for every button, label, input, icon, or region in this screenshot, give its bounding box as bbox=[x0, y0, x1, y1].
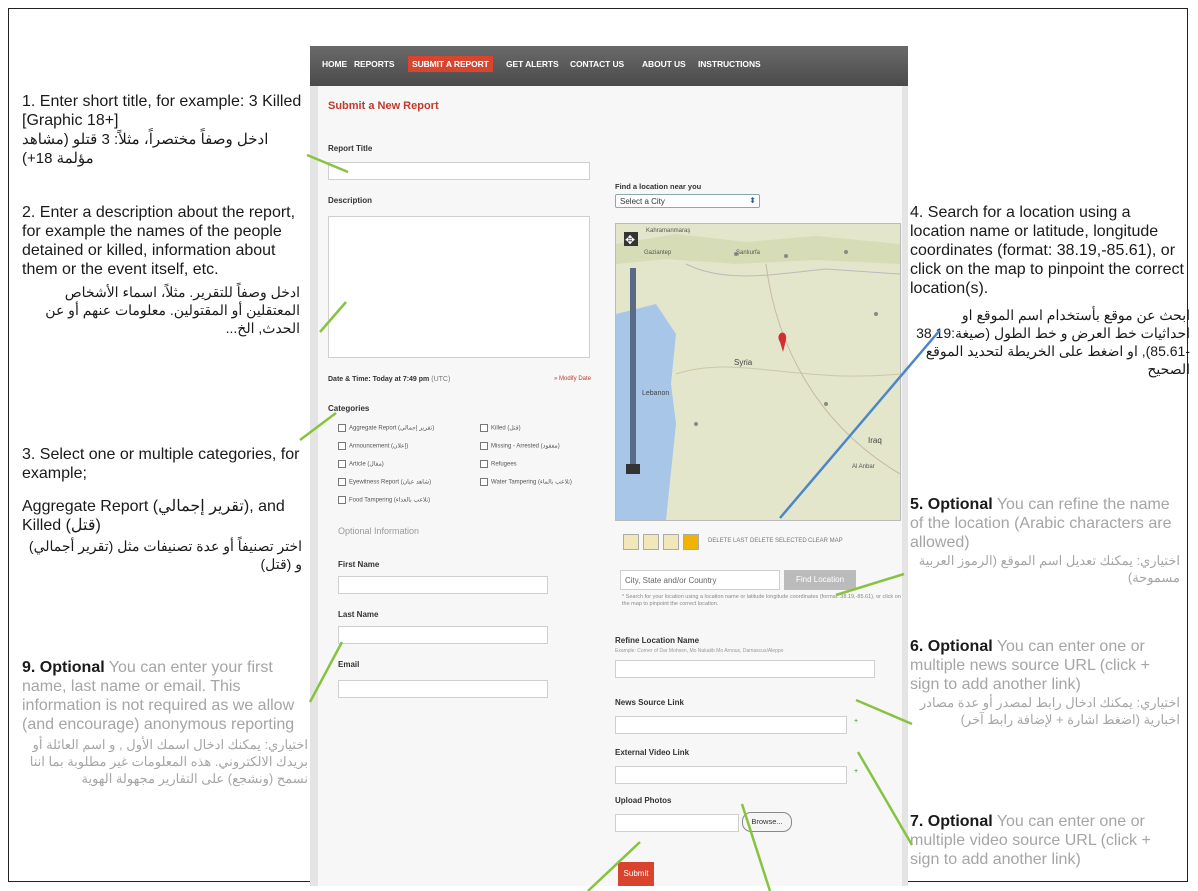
pointer-submit bbox=[587, 841, 641, 891]
pointer-2 bbox=[319, 301, 347, 333]
pointer-4 bbox=[779, 329, 941, 519]
pointer-5 bbox=[835, 572, 905, 597]
pointer-photos bbox=[740, 803, 772, 891]
pointer-3 bbox=[299, 412, 337, 441]
pointer-7 bbox=[856, 751, 914, 846]
pointer-1 bbox=[306, 153, 349, 174]
pointer-lines bbox=[299, 153, 941, 891]
pointer-9 bbox=[308, 641, 344, 703]
tutorial-canvas: 1. Enter short title, for example: 3 Kil… bbox=[0, 0, 1198, 891]
pointer-6 bbox=[855, 698, 913, 726]
